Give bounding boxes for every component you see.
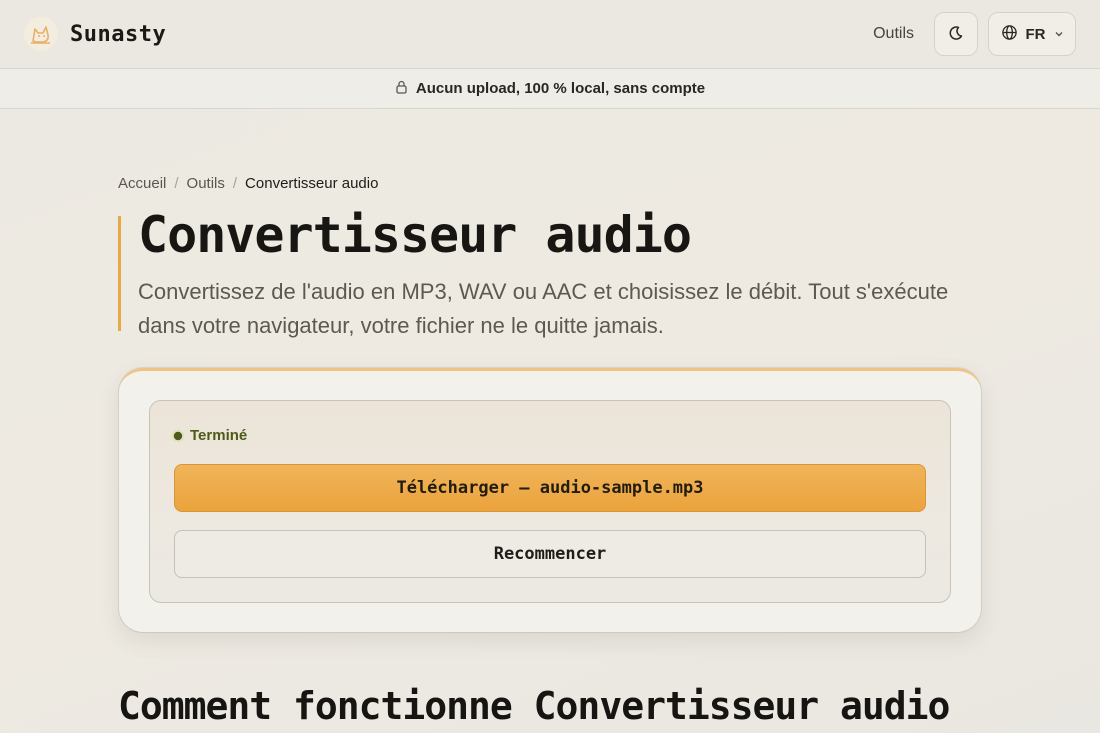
privacy-banner: Aucun upload, 100 % local, sans compte [0, 68, 1100, 109]
banner-text: Aucun upload, 100 % local, sans compte [415, 80, 706, 97]
cat-logo-icon [24, 17, 58, 51]
breadcrumb-current: Convertisseur audio [245, 175, 379, 192]
status-label: Terminé [190, 427, 248, 444]
breadcrumb-home[interactable]: Accueil [118, 175, 166, 192]
page-subtitle: Convertissez de l'audio en MP3, WAV ou A… [138, 279, 949, 338]
breadcrumb-separator: / [232, 175, 238, 192]
breadcrumb-separator: / [174, 175, 179, 192]
language-label: FR [1025, 25, 1046, 43]
lock-icon [395, 80, 408, 98]
how-it-works-heading: Comment fonctionne Convertisseur audio [118, 684, 950, 728]
theme-toggle-button[interactable] [934, 12, 978, 56]
moon-icon [948, 25, 964, 44]
nav-link-tools[interactable]: Outils [873, 25, 914, 43]
status-badge: Terminé [172, 427, 247, 444]
download-button[interactable]: Télécharger — audio-sample.mp3 [174, 464, 926, 512]
brand-name: Sunasty [70, 21, 167, 47]
hero: Convertisseur audio Convertissez de l'au… [118, 206, 978, 338]
chevron-down-icon [1054, 26, 1064, 43]
converter-card: Terminé Télécharger — audio-sample.mp3 R… [119, 368, 981, 632]
header-nav: Outils FR [873, 12, 1076, 56]
breadcrumb: Accueil / Outils / Convertisseur audio [118, 175, 378, 192]
result-panel: Terminé Télécharger — audio-sample.mp3 R… [149, 400, 951, 603]
status-dot-icon [173, 431, 183, 440]
page-title: Convertisseur audio [138, 206, 692, 264]
globe-icon [1001, 24, 1018, 45]
brand[interactable]: Sunasty [24, 17, 166, 51]
language-selector[interactable]: FR [988, 12, 1076, 56]
site-header: Sunasty Outils FR [0, 0, 1100, 68]
restart-button[interactable]: Recommencer [174, 530, 926, 578]
breadcrumb-tools[interactable]: Outils [187, 175, 225, 192]
